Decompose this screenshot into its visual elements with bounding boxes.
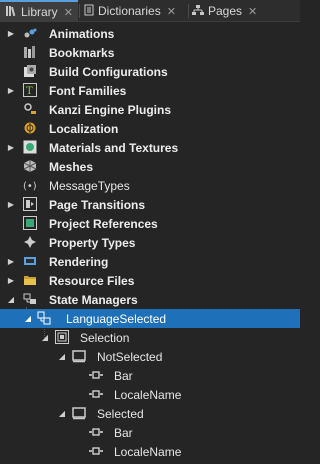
tree-item-label: Project References: [49, 216, 158, 231]
close-icon[interactable]: ✕: [248, 5, 257, 18]
tab-library[interactable]: Library ✕: [0, 0, 78, 22]
tab-dictionaries[interactable]: Dictionaries ✕: [84, 0, 184, 22]
dictionary-icon: [84, 4, 94, 19]
tree-item-label: Rendering: [49, 254, 109, 269]
tree-item-label: Bookmarks: [49, 45, 115, 60]
state-icon: [72, 406, 86, 420]
tab-divider: [79, 4, 80, 18]
collapse-arrow-icon[interactable]: ◢: [57, 351, 67, 361]
tree-item-build-configurations[interactable]: Build Configurations: [0, 62, 300, 81]
state-managers-icon: [23, 292, 37, 306]
tree-item-kanzi-engine-plugins[interactable]: Kanzi Engine Plugins: [0, 100, 300, 119]
tree-item-label: Build Configurations: [49, 64, 168, 79]
tree-item-selection[interactable]: ◢ Selection: [0, 328, 300, 347]
state-group-icon: [55, 330, 69, 344]
tab-pages[interactable]: Pages ✕: [192, 0, 262, 22]
tree-item-label: LocaleName: [114, 387, 182, 402]
tree-item-message-types[interactable]: (•) MessageTypes: [0, 176, 300, 195]
tab-divider: [188, 4, 189, 18]
close-icon[interactable]: ✕: [167, 5, 176, 18]
tree-item-label: Materials and Textures: [49, 140, 179, 155]
message-icon: (•): [23, 178, 37, 192]
collapse-arrow-icon[interactable]: ◢: [6, 294, 16, 304]
tree-item-selected[interactable]: ◢ Selected: [0, 404, 300, 423]
tree-item-bar[interactable]: Bar: [0, 366, 300, 385]
tree-item-label: Meshes: [49, 159, 94, 174]
tree-item-label: Localization: [49, 121, 119, 136]
close-icon[interactable]: ✕: [64, 6, 73, 19]
expand-arrow-icon[interactable]: ▶: [6, 256, 16, 266]
tree-item-label: Kanzi Engine Plugins: [49, 102, 172, 117]
tree-item-page-transitions[interactable]: ▶ Page Transitions: [0, 195, 300, 214]
expand-arrow-icon[interactable]: ▶: [6, 85, 16, 95]
tree-item-materials-and-textures[interactable]: ▶ Materials and Textures: [0, 138, 300, 157]
tree-item-state-managers[interactable]: ◢ State Managers: [0, 290, 300, 309]
tree-item-label: Resource Files: [49, 273, 135, 288]
svg-text:T: T: [26, 86, 33, 97]
tree-item-rendering[interactable]: ▶ Rendering: [0, 252, 300, 271]
localization-icon: [23, 121, 37, 135]
font-icon: T: [23, 83, 37, 97]
tree-item-locale-name[interactable]: LocaleName: [0, 385, 300, 404]
expand-arrow-icon[interactable]: ▶: [6, 275, 16, 285]
state-manager-icon: [37, 311, 51, 325]
collapse-arrow-icon[interactable]: ◢: [23, 313, 33, 323]
tree-item-locale-name[interactable]: LocaleName: [0, 442, 300, 461]
property-target-icon: [88, 426, 103, 440]
tree-item-label: State Managers: [49, 292, 138, 307]
tree-item-label: Selection: [80, 330, 130, 345]
tree-item-label: MessageTypes: [49, 178, 130, 193]
tab-library-label: Library: [21, 5, 58, 19]
transitions-icon: [23, 197, 37, 211]
tree-item-label: Page Transitions: [49, 197, 146, 212]
expand-arrow-icon[interactable]: ▶: [6, 199, 16, 209]
tree-item-bar[interactable]: Bar: [0, 423, 300, 442]
expand-arrow-icon[interactable]: ▶: [6, 28, 16, 38]
library-icon: [5, 5, 17, 20]
tab-pages-label: Pages: [208, 4, 243, 18]
references-icon: [23, 216, 37, 230]
tree-item-language-selected[interactable]: ◢ LanguageSelected: [0, 309, 300, 328]
tree-item-label: Bar: [114, 425, 133, 440]
state-icon: [72, 349, 86, 363]
bookmarks-icon: [23, 45, 37, 59]
property-target-icon: [88, 369, 103, 383]
tree-item-project-references[interactable]: Project References: [0, 214, 300, 233]
tree-item-label: Property Types: [49, 235, 136, 250]
tab-dictionaries-label: Dictionaries: [98, 4, 161, 18]
tree-item-bookmarks[interactable]: Bookmarks: [0, 43, 300, 62]
tree-item-label: Selected: [97, 406, 144, 421]
tree-item-localization[interactable]: Localization: [0, 119, 300, 138]
materials-icon: [23, 140, 37, 154]
tree-item-meshes[interactable]: Meshes: [0, 157, 300, 176]
tree-item-resource-files[interactable]: ▶ Resource Files: [0, 271, 300, 290]
meshes-icon: [23, 159, 37, 173]
library-tabbar: Library ✕ Dictionaries ✕ Pages ✕: [0, 0, 300, 22]
tree-item-animations[interactable]: ▶ Animations: [0, 24, 300, 43]
collapse-arrow-icon[interactable]: ◢: [57, 408, 67, 418]
plugin-icon: [23, 102, 37, 116]
rendering-icon: [23, 254, 37, 268]
tree-item-label: NotSelected: [97, 349, 163, 364]
property-icon: [23, 235, 37, 249]
tree-item-label: LocaleName: [114, 444, 182, 459]
tree-item-not-selected[interactable]: ◢ NotSelected: [0, 347, 300, 366]
tree-item-property-types[interactable]: Property Types: [0, 233, 300, 252]
collapse-arrow-icon[interactable]: ◢: [40, 332, 50, 342]
svg-text:(•): (•): [23, 181, 37, 192]
tree-item-label: Font Families: [49, 83, 127, 98]
property-target-icon: [88, 445, 103, 459]
build-config-icon: [23, 64, 37, 78]
expand-arrow-icon[interactable]: ▶: [6, 142, 16, 152]
tree-item-label: Animations: [49, 26, 115, 41]
tree-item-label: Bar: [114, 368, 133, 383]
folder-icon: [23, 273, 37, 287]
pages-icon: [192, 4, 204, 19]
tree-item-label: LanguageSelected: [66, 311, 167, 326]
animations-icon: [23, 26, 37, 40]
property-target-icon: [88, 388, 103, 402]
tree-item-font-families[interactable]: ▶ T Font Families: [0, 81, 300, 100]
